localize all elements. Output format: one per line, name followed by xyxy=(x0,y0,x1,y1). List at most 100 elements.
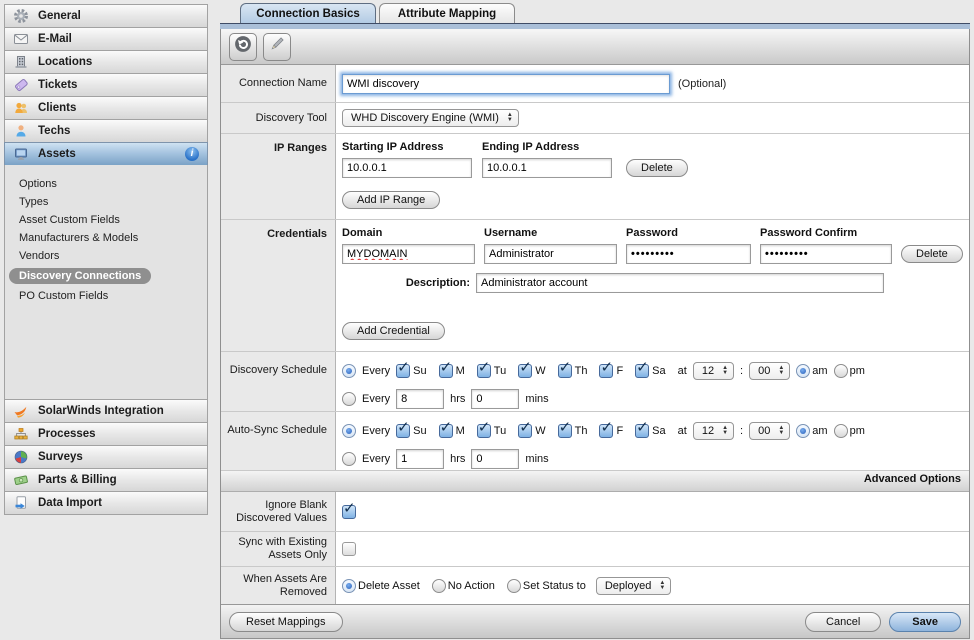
hour-select[interactable]: 12 ▲ ▼ xyxy=(692,422,735,440)
am-radio[interactable] xyxy=(796,364,811,378)
submenu-label: PO Custom Fields xyxy=(19,290,109,302)
sidebar-item-data-import[interactable]: Data Import xyxy=(4,491,208,515)
discovery-tool-value: WHD Discovery Engine (WMI) xyxy=(351,112,499,124)
sidebar-item-tickets[interactable]: Tickets xyxy=(4,73,208,97)
tab-attribute-mapping[interactable]: Attribute Mapping xyxy=(379,3,515,23)
description-input[interactable] xyxy=(476,273,884,293)
stepper-icon: ▲ ▼ xyxy=(722,365,729,376)
day-checkbox-f[interactable] xyxy=(599,358,614,378)
day-checkbox-su[interactable] xyxy=(396,358,411,378)
interval-mins-input[interactable] xyxy=(471,389,520,409)
interval-radio[interactable] xyxy=(342,452,356,466)
submenu-item-options[interactable]: Options xyxy=(5,175,207,193)
day-checkbox-w[interactable] xyxy=(518,358,533,378)
day-checkbox-su[interactable] xyxy=(396,418,411,438)
set-status-radio[interactable] xyxy=(506,578,521,593)
discovery-tool-select[interactable]: WHD Discovery Engine (WMI) ▲ ▼ xyxy=(342,109,519,127)
undo-button[interactable] xyxy=(229,32,257,61)
reset-mappings-button[interactable]: Reset Mappings xyxy=(229,611,343,632)
settings-sidebar: General E-Mail Locations Tickets Clients xyxy=(4,4,208,515)
pie-chart-icon xyxy=(13,449,29,465)
sidebar-item-processes[interactable]: Processes xyxy=(4,422,208,446)
day-label: Th xyxy=(574,425,588,437)
interval-hours-input[interactable] xyxy=(396,449,445,469)
sync-existing-checkbox[interactable] xyxy=(342,542,356,556)
am-radio[interactable] xyxy=(796,424,811,438)
password-input[interactable] xyxy=(626,244,751,264)
sidebar-item-locations[interactable]: Locations xyxy=(4,50,208,74)
sidebar-item-techs[interactable]: Techs xyxy=(4,119,208,143)
submenu-item-po-custom-fields[interactable]: PO Custom Fields xyxy=(5,287,207,305)
interval-radio[interactable] xyxy=(342,392,356,406)
save-button[interactable]: Save xyxy=(889,611,961,632)
add-credential-button[interactable]: Add Credential xyxy=(342,322,445,340)
day-checkbox-sa[interactable] xyxy=(635,418,650,438)
submenu-item-manufacturers-models[interactable]: Manufacturers & Models xyxy=(5,229,207,247)
day-label: W xyxy=(535,365,546,377)
username-input[interactable] xyxy=(484,244,617,264)
mins-label: mins xyxy=(525,453,549,465)
no-action-radio[interactable] xyxy=(431,578,446,593)
submenu-item-asset-custom-fields[interactable]: Asset Custom Fields xyxy=(5,211,207,229)
sidebar-item-parts-billing[interactable]: Parts & Billing xyxy=(4,468,208,492)
tech-icon xyxy=(13,123,29,139)
day-checkbox-w[interactable] xyxy=(518,418,533,438)
pm-label: pm xyxy=(849,365,865,377)
sidebar-item-clients[interactable]: Clients xyxy=(4,96,208,120)
add-ip-range-button[interactable]: Add IP Range xyxy=(342,191,441,209)
interval-hours-input[interactable] xyxy=(396,389,445,409)
selected-submenu-pill: Discovery Connections xyxy=(9,268,152,284)
sidebar-item-surveys[interactable]: Surveys xyxy=(4,445,208,469)
advanced-options-header: Advanced Options xyxy=(221,471,969,492)
day-checkbox-tu[interactable] xyxy=(476,418,491,438)
delete-asset-radio[interactable] xyxy=(342,578,356,593)
colon: : xyxy=(740,425,744,437)
optional-note: (Optional) xyxy=(678,77,727,90)
status-value: Deployed xyxy=(604,579,652,592)
day-checkbox-th[interactable] xyxy=(557,358,572,378)
weekly-radio[interactable] xyxy=(342,424,356,438)
pm-radio[interactable] xyxy=(833,424,848,438)
edit-button[interactable] xyxy=(263,32,291,61)
day-label: Su xyxy=(413,425,427,437)
solarwinds-icon xyxy=(13,403,29,419)
ending-ip-input[interactable] xyxy=(482,158,612,178)
delete-asset-label: Delete Asset xyxy=(358,579,420,592)
info-icon[interactable] xyxy=(185,147,199,161)
cancel-button[interactable]: Cancel xyxy=(805,611,882,632)
hour-select[interactable]: 12 ▲ ▼ xyxy=(692,362,735,380)
day-checkbox-th[interactable] xyxy=(557,418,572,438)
minute-value: 00 xyxy=(758,365,771,377)
status-select[interactable]: Deployed ▲ ▼ xyxy=(595,576,672,595)
pm-radio[interactable] xyxy=(833,364,848,378)
delete-ip-range-button[interactable]: Delete xyxy=(626,159,688,177)
tab-connection-basics[interactable]: Connection Basics xyxy=(240,3,376,23)
submenu-item-types[interactable]: Types xyxy=(5,193,207,211)
password-confirm-input[interactable] xyxy=(760,244,892,264)
day-checkbox-f[interactable] xyxy=(599,418,614,438)
domain-input[interactable] xyxy=(342,244,475,264)
starting-ip-input[interactable] xyxy=(342,158,472,178)
day-checkbox-tu[interactable] xyxy=(476,358,491,378)
ignore-blank-checkbox[interactable] xyxy=(342,499,356,519)
delete-credential-button[interactable]: Delete xyxy=(901,245,963,263)
sidebar-item-label: Processes xyxy=(38,428,96,440)
submenu-item-discovery-connections[interactable]: Discovery Connections xyxy=(5,265,207,287)
sidebar-item-general[interactable]: General xyxy=(4,4,208,28)
interval-mins-input[interactable] xyxy=(471,449,520,469)
set-status-label: Set Status to xyxy=(522,579,586,592)
day-checkbox-m[interactable] xyxy=(438,358,453,378)
sidebar-item-email[interactable]: E-Mail xyxy=(4,27,208,51)
discovery-tool-label: Discovery Tool xyxy=(221,103,336,133)
sidebar-item-solarwinds-integration[interactable]: SolarWinds Integration xyxy=(4,399,208,423)
connection-name-input[interactable] xyxy=(342,73,670,94)
submenu-item-vendors[interactable]: Vendors xyxy=(5,247,207,265)
minute-select[interactable]: 00 ▲ ▼ xyxy=(749,362,791,380)
weekly-radio[interactable] xyxy=(342,364,356,378)
sidebar-item-assets[interactable]: Assets xyxy=(4,142,208,166)
minute-select[interactable]: 00 ▲ ▼ xyxy=(749,422,791,440)
weekly-schedule-line: Every Su M Tu W Th F Sa at 12 ▲▼ : 00 ▲▼ a… xyxy=(342,418,969,443)
day-checkbox-sa[interactable] xyxy=(635,358,650,378)
day-checkbox-m[interactable] xyxy=(438,418,453,438)
money-icon xyxy=(13,472,29,488)
